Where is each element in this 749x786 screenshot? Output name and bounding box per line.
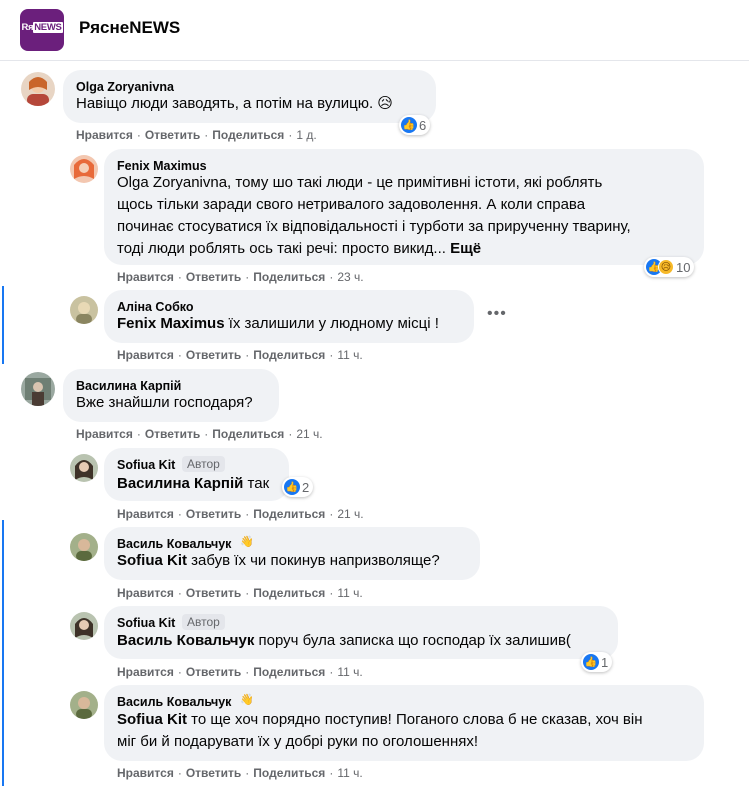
reaction-count[interactable]: 👍 1	[581, 652, 613, 672]
comment-author[interactable]: Василь Ковальчук	[117, 695, 231, 709]
page-header: RяNEWS РяснеNEWS	[0, 0, 749, 60]
comment-author[interactable]: Fenix Maximus	[117, 159, 207, 173]
mention-link[interactable]: Василина Карпій	[117, 475, 243, 492]
comment-author[interactable]: Василь Ковальчук	[117, 537, 231, 551]
comment-text: Fenix Maximus їх залишили у людному місц…	[117, 315, 439, 332]
wave-icon: 👋	[240, 694, 254, 706]
share-button[interactable]: Поделиться	[253, 507, 325, 521]
comment-text: Sofiua Kit забув їх чи покинув напризвол…	[117, 552, 440, 569]
share-button[interactable]: Поделиться	[253, 665, 325, 679]
comment-text: Вже знайшли господаря?	[76, 394, 253, 411]
reply-button[interactable]: Ответить	[186, 586, 241, 600]
wave-icon: 👋	[240, 536, 254, 548]
timestamp[interactable]: 11 ч.	[337, 766, 362, 780]
timestamp[interactable]: 21 ч.	[337, 507, 363, 521]
like-icon: 👍	[583, 654, 599, 670]
avatar[interactable]	[70, 691, 98, 719]
thread-indicator	[2, 520, 4, 786]
reaction-count[interactable]: 👍 2	[282, 477, 314, 497]
timestamp[interactable]: 23 ч.	[337, 270, 363, 284]
comment-actions: Нравится · Ответить · Поделиться · 21 ч.	[117, 507, 364, 521]
comment-text: Василина Карпій так	[117, 475, 270, 492]
more-options-icon[interactable]: •••	[487, 305, 507, 323]
like-button[interactable]: Нравится	[76, 128, 133, 142]
share-button[interactable]: Поделиться	[253, 766, 325, 780]
reply-button[interactable]: Ответить	[186, 270, 241, 284]
mention-link[interactable]: Василь Ковальчук	[117, 632, 254, 649]
like-icon: 👍	[401, 117, 417, 133]
avatar[interactable]	[70, 155, 98, 183]
comment-author[interactable]: Olga Zoryanivna	[76, 80, 174, 94]
comment-author[interactable]: Sofiua Kit	[117, 616, 175, 630]
like-button[interactable]: Нравится	[117, 270, 174, 284]
mention-link[interactable]: Sofiua Kit	[117, 711, 187, 728]
reply-button[interactable]: Ответить	[186, 348, 241, 362]
share-button[interactable]: Поделиться	[253, 586, 325, 600]
reaction-count[interactable]: 👍 😥 10	[644, 257, 695, 277]
avatar[interactable]	[70, 533, 98, 561]
like-button[interactable]: Нравится	[117, 665, 174, 679]
page-name[interactable]: РяснеNEWS	[79, 18, 180, 38]
avatar[interactable]	[70, 612, 98, 640]
share-button[interactable]: Поделиться	[212, 427, 284, 441]
comment-author[interactable]: Sofiua Kit	[117, 458, 175, 472]
share-button[interactable]: Поделиться	[212, 128, 284, 142]
thread-indicator	[2, 286, 4, 364]
timestamp[interactable]: 11 ч.	[337, 586, 362, 600]
avatar[interactable]	[70, 296, 98, 324]
like-button[interactable]: Нравится	[117, 507, 174, 521]
timestamp[interactable]: 21 ч.	[296, 427, 322, 441]
share-button[interactable]: Поделиться	[253, 270, 325, 284]
avatar[interactable]	[21, 72, 55, 106]
timestamp[interactable]: 1 д.	[296, 128, 316, 142]
comment-text: Olga Zoryanivna, тому шо такі люди - це …	[117, 174, 631, 257]
comment-text: Sofiua Kit то ще хоч порядно поступив! П…	[117, 711, 643, 750]
reaction-count[interactable]: 👍 6	[399, 115, 431, 135]
comment-author[interactable]: Василина Карпій	[76, 379, 181, 393]
comment-text: Василь Ковальчук поруч була записка що г…	[117, 632, 571, 649]
avatar[interactable]	[21, 372, 55, 406]
comment-actions: Нравится · Ответить · Поделиться · 11 ч.	[117, 348, 363, 362]
mention-link[interactable]: Sofiua Kit	[117, 552, 187, 569]
reply-button[interactable]: Ответить	[186, 507, 241, 521]
avatar[interactable]	[70, 454, 98, 482]
like-button[interactable]: Нравится	[117, 348, 174, 362]
mention-link[interactable]: Fenix Maximus	[117, 315, 225, 332]
comment-actions: Нравится · Ответить · Поделиться · 11 ч.	[117, 766, 363, 780]
header-divider	[0, 60, 749, 61]
like-icon: 👍	[284, 479, 300, 495]
reply-button[interactable]: Ответить	[186, 766, 241, 780]
page-logo[interactable]: RяNEWS	[20, 9, 64, 51]
author-badge: Автор	[182, 456, 225, 472]
reply-button[interactable]: Ответить	[145, 427, 200, 441]
share-button[interactable]: Поделиться	[253, 348, 325, 362]
reply-button[interactable]: Ответить	[145, 128, 200, 142]
logo-text: RяNEWS	[21, 22, 63, 33]
like-button[interactable]: Нравится	[117, 586, 174, 600]
reply-button[interactable]: Ответить	[186, 665, 241, 679]
like-button[interactable]: Нравится	[76, 427, 133, 441]
comment-author[interactable]: Аліна Собко	[117, 300, 194, 314]
comment-actions: Нравится · Ответить · Поделиться · 21 ч.	[76, 427, 323, 441]
comment-text: Навіщо люди заводять, а потім на вулицю.…	[76, 95, 393, 112]
timestamp[interactable]: 11 ч.	[337, 665, 362, 679]
see-more-link[interactable]: Ещё	[450, 240, 481, 257]
author-badge: Автор	[182, 614, 225, 630]
comment-actions: Нравится · Ответить · Поделиться · 23 ч.	[117, 270, 364, 284]
comment-actions: Нравится · Ответить · Поделиться · 1 д.	[76, 128, 317, 142]
sad-icon: 😥	[658, 259, 674, 275]
comment-actions: Нравится · Ответить · Поделиться · 11 ч.	[117, 665, 363, 679]
timestamp[interactable]: 11 ч.	[337, 348, 362, 362]
comment-actions: Нравится · Ответить · Поделиться · 11 ч.	[117, 586, 363, 600]
like-button[interactable]: Нравится	[117, 766, 174, 780]
